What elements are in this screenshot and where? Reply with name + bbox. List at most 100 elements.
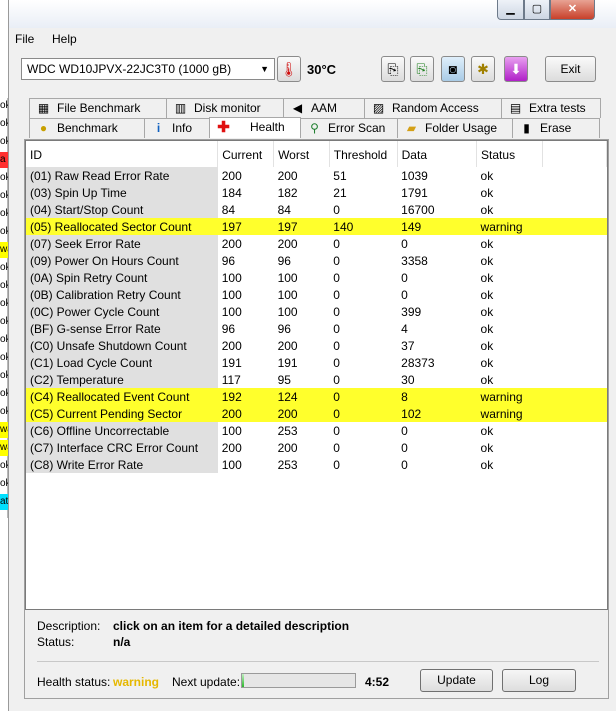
table-row[interactable]: (01) Raw Read Error Rate 200 200 51 1039 ok [26, 167, 607, 184]
info-icon: i [156, 121, 161, 135]
thermometer-icon[interactable]: 🌡 [277, 56, 301, 82]
attribute-id: (C8) Write Error Rate [26, 456, 218, 473]
table-row[interactable]: (C0) Unsafe Shutdown Count 200 200 0 37 ok [26, 337, 607, 354]
row-filler [542, 235, 607, 252]
table-row[interactable]: (09) Power On Hours Count 96 96 0 3358 ok [26, 252, 607, 269]
threshold-value: 21 [329, 184, 398, 201]
table-row[interactable]: (C2) Temperature 117 95 0 30 ok [26, 371, 607, 388]
row-filler [542, 405, 607, 422]
current-value: 191 [217, 354, 274, 371]
column-header[interactable]: Worst [273, 141, 330, 167]
raw-data: 0 [397, 269, 477, 286]
table-row[interactable]: (0B) Calibration Retry Count 100 100 0 0 ok [26, 286, 607, 303]
column-header[interactable]: ID [26, 141, 219, 167]
smart-table: ID Current Worst Threshold Data Status (… [25, 140, 608, 610]
raw-data: 3358 [397, 252, 477, 269]
table-row[interactable]: (05) Reallocated Sector Count 197 197 140 14… [26, 218, 607, 235]
current-value: 100 [217, 269, 274, 286]
raw-data: 399 [397, 303, 477, 320]
table-row[interactable]: (0A) Spin Retry Count 100 100 0 0 ok [26, 269, 607, 286]
background-cell: att [0, 494, 8, 510]
table-row[interactable]: (04) Start/Stop Count 84 84 0 16700 ok [26, 201, 607, 218]
threshold-value: 0 [329, 303, 398, 320]
table-row[interactable]: (C6) Offline Uncorrectable 100 253 0 0 ok [26, 422, 607, 439]
status-value: ok [476, 167, 543, 184]
menu-file[interactable]: File [15, 32, 34, 46]
background-cell: ok [0, 226, 8, 237]
attribute-id: (C1) Load Cycle Count [26, 354, 218, 371]
status-value: ok [476, 235, 543, 252]
download-arrow-icon: ⬇ [510, 61, 522, 77]
threshold-value: 0 [329, 286, 398, 303]
tab-random-access[interactable]: ▨ Random Access [364, 98, 502, 118]
column-header[interactable]: Status [476, 141, 543, 167]
tab-health[interactable]: ✚ Health [209, 117, 301, 138]
row-filler [542, 388, 607, 405]
screenshot-button[interactable]: ◙ [441, 56, 465, 82]
tab-error-scan[interactable]: ⚲ Error Scan [300, 118, 398, 138]
maximize-button[interactable]: ▢ [524, 0, 550, 20]
threshold-value: 0 [329, 269, 398, 286]
raw-data: 149 [397, 218, 477, 235]
background-cell: ok [0, 298, 8, 309]
worst-value: 124 [273, 388, 330, 405]
background-cell: ok [0, 370, 8, 381]
tab-extra-tests[interactable]: ▤ Extra tests [501, 98, 601, 118]
copy-info-button[interactable]: ⎘ [381, 56, 405, 82]
menu-help[interactable]: Help [52, 32, 77, 46]
minimize-button[interactable]: ▁ [497, 0, 524, 20]
options-button[interactable]: ✱ [471, 56, 495, 82]
update-button[interactable]: Update [420, 669, 493, 692]
threshold-value: 0 [329, 320, 398, 337]
status-value: ok [476, 354, 543, 371]
attribute-id: (C7) Interface CRC Error Count [26, 439, 218, 456]
current-value: 117 [217, 371, 274, 388]
tab-erase[interactable]: ▮ Erase [512, 118, 600, 138]
row-filler [542, 167, 607, 184]
column-header[interactable]: Threshold [329, 141, 398, 167]
table-header: ID Current Worst Threshold Data Status [26, 141, 607, 167]
copy-all-button[interactable]: ⎘ [410, 56, 434, 82]
tab-folder-usage[interactable]: ▰ Folder Usage [397, 118, 513, 138]
tab-info[interactable]: i Info [144, 118, 210, 138]
column-header[interactable]: Current [217, 141, 275, 167]
tab-disk-monitor[interactable]: ▥ Disk monitor [166, 98, 284, 118]
table-row[interactable]: (C5) Current Pending Sector 200 200 0 102 war… [26, 405, 607, 422]
attribute-id: (C6) Offline Uncorrectable [26, 422, 218, 439]
column-header[interactable]: Data [397, 141, 478, 167]
table-row[interactable]: (03) Spin Up Time 184 182 21 1791 ok [26, 184, 607, 201]
attribute-id: (C4) Reallocated Event Count [26, 388, 218, 405]
row-filler [542, 320, 607, 337]
current-value: 200 [217, 439, 274, 456]
threshold-value: 0 [329, 201, 398, 218]
raw-data: 30 [397, 371, 477, 388]
tab-label: Random Access [392, 101, 479, 115]
background-cell: ok [0, 334, 8, 345]
worst-value: 200 [273, 167, 330, 184]
table-row[interactable]: (C8) Write Error Rate 100 253 0 0 ok [26, 456, 607, 473]
table-row[interactable]: (07) Seek Error Rate 200 200 0 0 ok [26, 235, 607, 252]
tab-label: Extra tests [529, 101, 586, 115]
attribute-id: (07) Seek Error Rate [26, 235, 218, 252]
tab-benchmark[interactable]: ● Benchmark [29, 118, 145, 138]
tab-aam[interactable]: ◀ AAM [283, 98, 365, 118]
threshold-value: 140 [329, 218, 398, 235]
row-filler [542, 269, 607, 286]
row-filler [542, 456, 607, 473]
close-button[interactable]: ✕ [550, 0, 595, 20]
current-value: 96 [217, 320, 274, 337]
drive-select[interactable]: WDC WD10JPVX-22JC3T0 (1000 gB) ▼ [21, 58, 275, 80]
tab-file-benchmark[interactable]: ▦ File Benchmark [29, 98, 167, 118]
exit-button[interactable]: Exit [545, 56, 596, 82]
log-button[interactable]: Log [502, 669, 576, 692]
save-button[interactable]: ⬇ [504, 56, 528, 82]
table-row[interactable]: (C1) Load Cycle Count 191 191 0 28373 ok [26, 354, 607, 371]
table-row[interactable]: (0C) Power Cycle Count 100 100 0 399 ok [26, 303, 607, 320]
background-cell: ok [0, 136, 8, 147]
row-filler [542, 184, 607, 201]
worst-value: 191 [273, 354, 330, 371]
table-row[interactable]: (C7) Interface CRC Error Count 200 200 0 0 ok [26, 439, 607, 456]
table-row[interactable]: (BF) G-sense Error Rate 96 96 0 4 ok [26, 320, 607, 337]
description-label: Description: [37, 619, 101, 633]
table-row[interactable]: (C4) Reallocated Event Count 192 124 0 8 warn… [26, 388, 607, 405]
